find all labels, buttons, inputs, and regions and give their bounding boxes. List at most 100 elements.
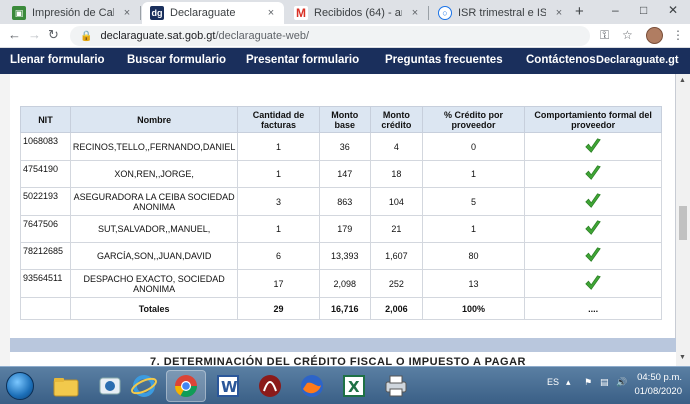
close-tab-icon[interactable]: × <box>264 7 278 19</box>
page-content: NIT Nombre Cantidad de facturas Monto ba… <box>0 74 690 368</box>
tab-declaraguate[interactable]: dg Declaraguate × <box>142 2 284 24</box>
maximize-button[interactable]: □ <box>640 3 647 17</box>
table-row: 78212685 GARCÍA,SON,,JUAN,DAVID 6 13,393… <box>20 242 662 270</box>
declaraguate-favicon-icon: dg <box>150 6 164 20</box>
page-scrollbar[interactable]: ▲ ▼ <box>676 74 690 366</box>
tab-impresion[interactable]: ▣ Impresión de Calcomanía × <box>4 2 140 24</box>
start-button[interactable] <box>6 372 34 400</box>
tab-separator <box>428 6 429 20</box>
section-divider <box>10 338 676 352</box>
lock-icon[interactable]: 🔒 <box>80 31 92 42</box>
table-totals-row: Totales 29 16,716 2,006 100% .... <box>20 297 662 320</box>
totals-comportamiento: .... <box>524 297 662 320</box>
acrobat-icon[interactable] <box>250 370 290 402</box>
network-icon[interactable]: ▤ <box>600 377 609 388</box>
header-monto-base: Monto base <box>318 106 372 133</box>
tab-gmail[interactable]: M Recibidos (64) - anyventur × <box>286 2 428 24</box>
cell-comportamiento <box>524 269 662 298</box>
cell-nit: 1068083 <box>20 132 71 161</box>
cell-nombre: XON,REN,,JORGE, <box>69 160 239 188</box>
cell-facturas: 17 <box>237 269 320 298</box>
address-bar[interactable]: 🔒 declaraguate.sat.gob.gt/declaraguate-w… <box>70 26 590 46</box>
tab-strip: ▣ Impresión de Calcomanía × dg Declaragu… <box>0 0 690 24</box>
cell-nit: 78212685 <box>20 242 71 270</box>
table-header-row: NIT Nombre Cantidad de facturas Monto ba… <box>20 106 662 133</box>
cell-facturas: 1 <box>237 132 320 161</box>
svg-text:W: W <box>221 378 238 396</box>
file-explorer-icon[interactable] <box>46 370 86 402</box>
cell-comportamiento <box>524 132 662 161</box>
cell-nombre: RECINOS,TELLO,,FERNANDO,DANIEL <box>69 132 239 161</box>
close-tab-icon[interactable]: × <box>552 7 566 19</box>
scrollbar-thumb[interactable] <box>679 206 687 240</box>
menu-dots-icon[interactable]: ⋮ <box>672 28 684 42</box>
cell-empty <box>20 297 71 320</box>
nav-declaraguate-logo[interactable]: Declaraguate.gt <box>596 54 679 66</box>
nav-llenar-formulario[interactable]: Llenar formulario <box>10 54 105 66</box>
cell-pct: 13 <box>421 269 526 298</box>
flag-icon[interactable]: ⚑ <box>584 377 592 388</box>
scroll-up-icon[interactable]: ▲ <box>679 77 686 84</box>
sat-favicon-icon: ▣ <box>12 6 26 20</box>
word-icon[interactable]: W <box>208 370 248 402</box>
cell-pct: 0 <box>421 132 526 161</box>
cell-nit: 93564511 <box>20 269 71 298</box>
cell-nombre: SUT,SALVADOR,,MANUEL, <box>69 215 239 243</box>
close-tab-icon[interactable]: × <box>120 7 134 19</box>
cell-nit: 7647506 <box>20 215 71 243</box>
nav-buscar-formulario[interactable]: Buscar formulario <box>127 54 226 66</box>
chrome-icon[interactable] <box>166 370 206 402</box>
nav-presentar-formulario[interactable]: Presentar formulario <box>246 54 359 66</box>
excel-icon[interactable]: X <box>334 370 374 402</box>
tab-separator <box>140 6 141 20</box>
cell-pct: 1 <box>421 160 526 188</box>
cell-facturas: 3 <box>237 187 320 216</box>
cell-pct: 80 <box>421 242 526 270</box>
bookmark-star-icon[interactable]: ☆ <box>622 28 633 42</box>
volume-icon[interactable]: 🔊 <box>616 377 627 388</box>
cell-comportamiento <box>524 187 662 216</box>
cell-credito: 252 <box>370 269 423 298</box>
forward-icon[interactable]: → <box>28 27 41 42</box>
minimize-button[interactable]: – <box>612 3 619 17</box>
cell-facturas: 1 <box>237 215 320 243</box>
provider-credit-table: NIT Nombre Cantidad de facturas Monto ba… <box>20 106 662 320</box>
green-check-icon <box>585 247 601 262</box>
green-check-icon <box>585 192 601 208</box>
cell-credito: 104 <box>370 187 423 216</box>
close-window-button[interactable]: ✕ <box>668 3 678 17</box>
table-row: 1068083 RECINOS,TELLO,,FERNANDO,DANIEL 1… <box>20 132 662 161</box>
clock-time: 04:50 p.m. <box>637 372 682 383</box>
gmail-icon: M <box>294 6 308 20</box>
back-icon[interactable]: ← <box>8 27 21 42</box>
internet-explorer-icon[interactable] <box>124 370 164 402</box>
totals-credito: 2,006 <box>370 297 423 320</box>
cell-comportamiento <box>524 215 662 243</box>
close-tab-icon[interactable]: × <box>408 7 422 19</box>
reload-icon[interactable]: ↻ <box>48 27 59 43</box>
cell-base: 147 <box>318 160 372 188</box>
globe-icon: ○ <box>438 6 452 20</box>
svg-text:X: X <box>348 378 360 396</box>
printer-icon[interactable] <box>376 370 416 402</box>
key-icon[interactable]: ⚿ <box>600 28 609 43</box>
profile-avatar[interactable] <box>646 27 663 44</box>
clock-date: 01/08/2020 <box>634 386 682 397</box>
scroll-down-icon[interactable]: ▼ <box>679 354 686 361</box>
cell-nombre: ASEGURADORA LA CEIBA SOCIEDAD ANONIMA <box>69 187 239 216</box>
taskbar-clock[interactable]: 04:50 p.m. 01/08/2020 <box>632 371 682 399</box>
firefox-icon[interactable] <box>292 370 332 402</box>
cell-credito: 18 <box>370 160 423 188</box>
cell-base: 2,098 <box>318 269 372 298</box>
nav-contactenos[interactable]: Contáctenos <box>526 54 596 66</box>
tab-isr[interactable]: ○ ISR trimestral e ISO - Legis × <box>430 2 572 24</box>
header-monto-credito: Monto crédito <box>370 106 423 133</box>
cell-base: 36 <box>318 132 372 161</box>
tray-chevron-icon[interactable]: ▴ <box>566 377 571 388</box>
new-tab-button[interactable]: + <box>575 3 584 20</box>
language-indicator[interactable]: ES <box>547 377 559 387</box>
header-comportamiento: Comportamiento formal del proveedor <box>524 106 662 133</box>
nav-preguntas-frecuentes[interactable]: Preguntas frecuentes <box>385 54 503 66</box>
cell-nombre: GARCÍA,SON,,JUAN,DAVID <box>69 242 239 270</box>
green-check-icon <box>585 165 601 180</box>
